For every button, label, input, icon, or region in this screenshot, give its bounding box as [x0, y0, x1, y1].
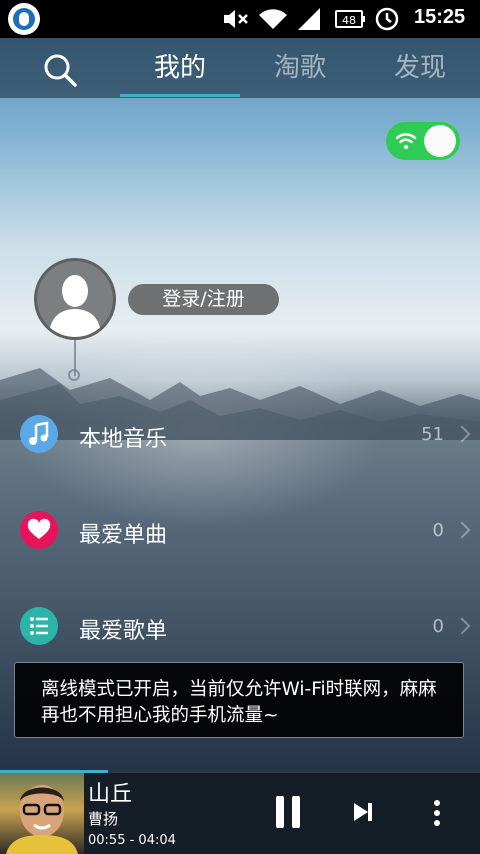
menu-item-label: 最爱歌单 [79, 619, 168, 644]
more-icon[interactable] [433, 800, 441, 826]
chevron-right-icon [453, 521, 471, 539]
song-time: 00:55 - 04:04 [88, 833, 176, 848]
pause-icon[interactable] [276, 796, 300, 828]
song-title: 山丘 [88, 782, 133, 807]
alarm-clock-icon [375, 7, 399, 31]
status-time: 15:25 [414, 6, 466, 28]
tab-taoge[interactable]: 淘歌 [240, 38, 360, 98]
tab-mine[interactable]: 我的 [120, 38, 240, 98]
menu-item-count: 51 [421, 424, 444, 445]
login-register-button[interactable]: 登录/注册 [128, 284, 279, 315]
heart-icon [20, 511, 58, 549]
menu-item-count: 0 [432, 616, 444, 637]
avatar-connector-dot [68, 369, 80, 381]
signal-icon [298, 8, 320, 30]
chevron-right-icon [453, 617, 471, 635]
list-icon [20, 607, 58, 645]
menu-item-label: 本地音乐 [79, 427, 168, 452]
wifi-only-toggle[interactable] [386, 122, 460, 160]
menu-item-favorite-songs[interactable]: 最爱单曲 0 [0, 482, 480, 578]
album-cover[interactable] [0, 773, 84, 854]
app-logo-icon [8, 3, 40, 35]
person-silhouette-icon [49, 275, 101, 337]
music-note-icon [20, 415, 58, 453]
menu-item-favorite-playlists[interactable]: 最爱歌单 0 [0, 578, 480, 674]
wifi-icon [259, 9, 287, 29]
song-artist: 曹扬 [88, 810, 119, 828]
top-navigation: 我的 淘歌 发现 [0, 38, 480, 98]
battery-icon: 48 [335, 10, 365, 28]
tab-indicator [120, 94, 240, 97]
wifi-icon [395, 133, 417, 150]
menu-item-label: 最爱单曲 [79, 523, 168, 548]
toggle-knob [424, 125, 456, 157]
chevron-right-icon [453, 425, 471, 443]
menu-item-count: 0 [432, 520, 444, 541]
battery-level-text: 48 [342, 14, 356, 27]
offline-mode-toast: 离线模式已开启，当前仅允许Wi-Fi时联网，麻麻再也不用担心我的手机流量~ [14, 662, 464, 738]
default-avatar-icon[interactable] [34, 258, 116, 340]
menu-item-local-music[interactable]: 本地音乐 51 [0, 386, 480, 482]
tab-discover[interactable]: 发现 [360, 38, 480, 98]
search-icon[interactable] [42, 52, 78, 88]
artist-portrait [6, 785, 78, 854]
mute-icon [224, 10, 248, 28]
next-icon[interactable] [352, 800, 374, 824]
